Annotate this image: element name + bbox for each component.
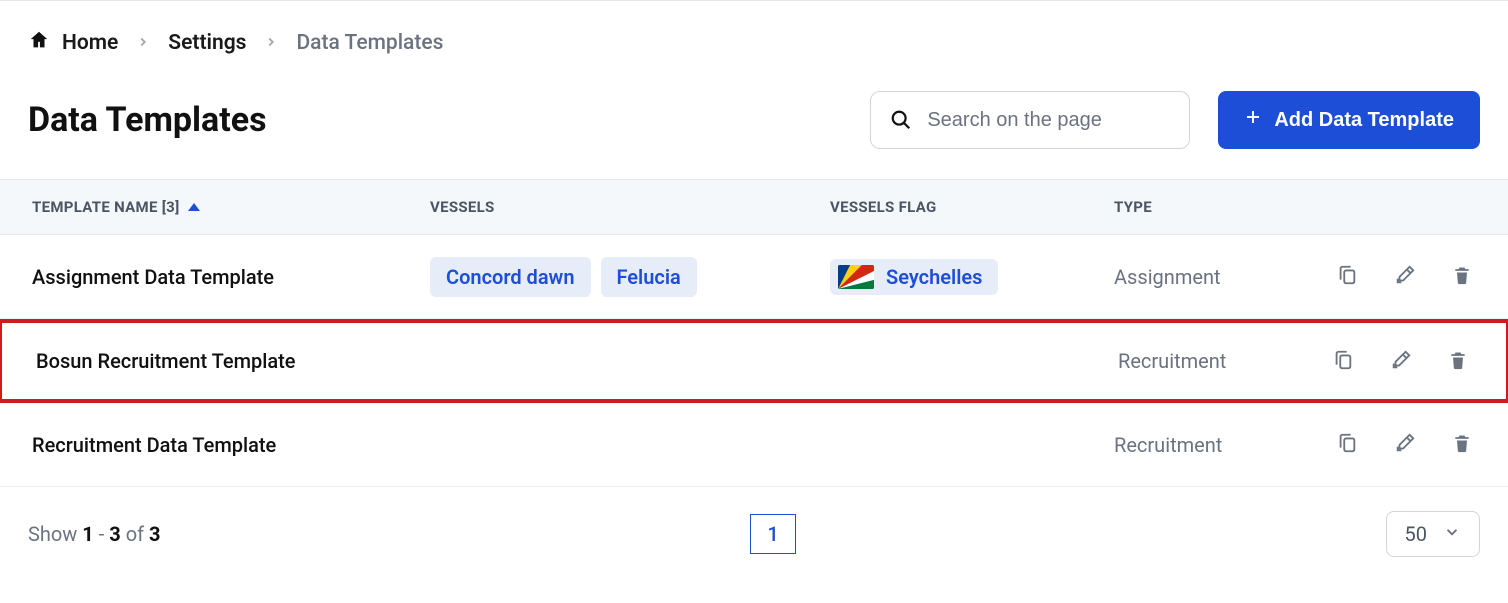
edit-icon xyxy=(1394,264,1416,289)
trash-icon xyxy=(1452,264,1472,289)
col-header-template-name[interactable]: TEMPLATE NAME [3] xyxy=(32,198,430,216)
add-data-template-button[interactable]: Add Data Template xyxy=(1218,91,1480,149)
copy-icon xyxy=(1332,349,1354,374)
breadcrumb-current: Data Templates xyxy=(296,31,443,55)
delete-button[interactable] xyxy=(1448,260,1476,293)
edit-button[interactable] xyxy=(1390,428,1420,461)
chevron-down-icon xyxy=(1443,522,1461,546)
breadcrumb: Home Settings Data Templates xyxy=(0,1,1508,57)
copy-button[interactable] xyxy=(1332,428,1362,461)
sort-asc-icon xyxy=(188,203,200,211)
type-value: Recruitment xyxy=(1118,349,1226,373)
chevron-right-icon xyxy=(264,31,278,55)
plus-icon xyxy=(1244,108,1262,132)
col-header-flag[interactable]: VESSELS FLAG xyxy=(830,198,1114,216)
type-value: Recruitment xyxy=(1114,433,1222,457)
table-row[interactable]: Assignment Data Template Concord dawnFelu… xyxy=(0,235,1508,319)
copy-button[interactable] xyxy=(1332,260,1362,293)
search-field[interactable] xyxy=(870,91,1190,149)
page-size-value: 50 xyxy=(1405,522,1427,546)
type-value: Assignment xyxy=(1114,265,1221,289)
search-icon xyxy=(890,109,912,131)
template-name: Assignment Data Template xyxy=(32,265,274,289)
breadcrumb-settings[interactable]: Settings xyxy=(168,31,246,55)
flag-label: Seychelles xyxy=(886,265,982,289)
copy-icon xyxy=(1336,432,1358,457)
add-button-label: Add Data Template xyxy=(1274,109,1454,132)
home-icon xyxy=(28,29,50,57)
delete-button[interactable] xyxy=(1444,345,1472,378)
trash-icon xyxy=(1452,432,1472,457)
table-row[interactable]: Recruitment Data Template Recruitment xyxy=(0,403,1508,487)
vessel-chip[interactable]: Concord dawn xyxy=(430,257,591,297)
pagination-summary: Show 1 - 3 of 3 xyxy=(28,522,161,546)
copy-button[interactable] xyxy=(1328,345,1358,378)
page-title: Data Templates xyxy=(28,100,267,140)
breadcrumb-home[interactable]: Home xyxy=(28,29,118,57)
edit-button[interactable] xyxy=(1390,260,1420,293)
edit-icon xyxy=(1394,432,1416,457)
delete-button[interactable] xyxy=(1448,428,1476,461)
flag-chip[interactable]: Seychelles xyxy=(830,259,998,295)
edit-icon xyxy=(1390,349,1412,374)
template-name: Recruitment Data Template xyxy=(32,433,276,457)
search-input[interactable] xyxy=(870,91,1190,149)
table-header: TEMPLATE NAME [3] VESSELS VESSELS FLAG T… xyxy=(0,179,1508,235)
page-number-1[interactable]: 1 xyxy=(750,514,796,554)
copy-icon xyxy=(1336,264,1358,289)
col-header-type[interactable]: TYPE xyxy=(1114,198,1296,216)
breadcrumb-home-label: Home xyxy=(62,31,118,55)
col-header-vessels[interactable]: VESSELS xyxy=(430,198,830,216)
table-row[interactable]: Bosun Recruitment Template Recruitment xyxy=(0,319,1508,403)
trash-icon xyxy=(1448,349,1468,374)
vessel-chip[interactable]: Felucia xyxy=(601,257,697,297)
page-size-selector[interactable]: 50 xyxy=(1386,511,1480,557)
breadcrumb-settings-label: Settings xyxy=(168,31,246,55)
chevron-right-icon xyxy=(136,31,150,55)
edit-button[interactable] xyxy=(1386,345,1416,378)
template-name: Bosun Recruitment Template xyxy=(36,349,296,373)
